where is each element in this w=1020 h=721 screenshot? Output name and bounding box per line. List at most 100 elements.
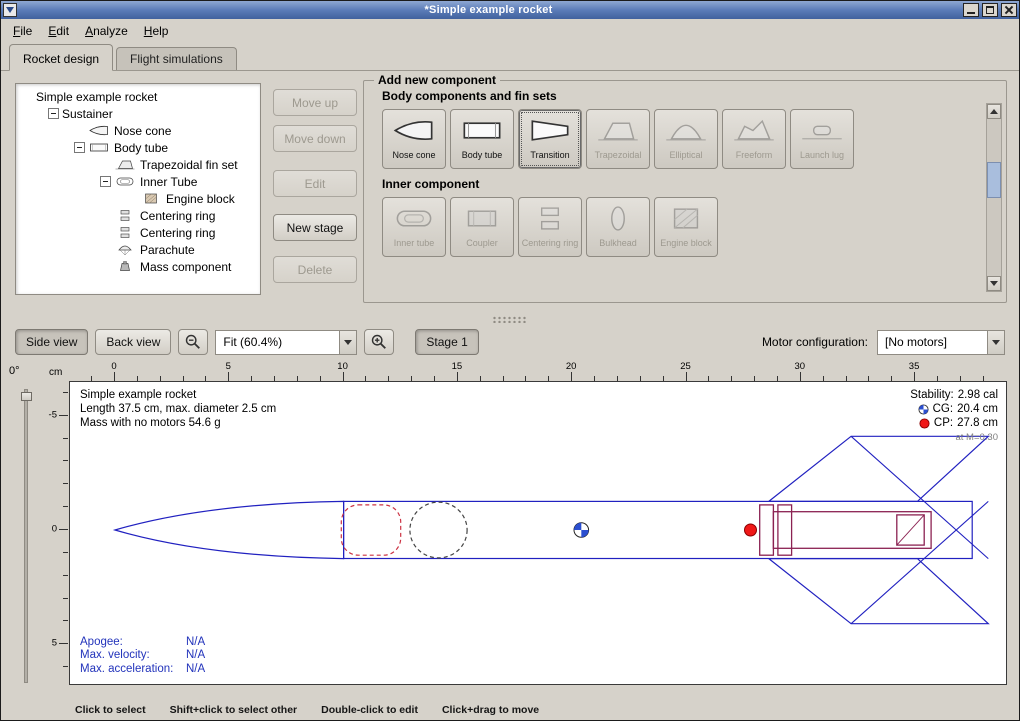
section-label-body-components-and-fin-sets: Body components and fin sets (382, 89, 998, 103)
add-body-tube-button[interactable]: Body tube (450, 109, 514, 169)
fin-elliptical-icon (663, 114, 709, 146)
zoom-in-button[interactable] (364, 329, 394, 355)
add-component-title: Add new component (374, 73, 500, 87)
cp-line: CP: 27.8 cm (910, 416, 998, 430)
window-menu-icon[interactable] (3, 3, 17, 17)
apogee-row: Apogee:N/A (80, 636, 205, 650)
menu-edit[interactable]: Edit (40, 21, 77, 41)
rocket-mass: Mass with no motors 54.6 g (80, 416, 276, 430)
tree-collapse-icon[interactable] (100, 176, 111, 187)
tree-item-parachute[interactable]: Parachute (18, 241, 258, 258)
menu-help[interactable]: Help (136, 21, 177, 41)
tree-item-body-tube[interactable]: Body tube (18, 139, 258, 156)
motor-configuration-select[interactable]: [No motors] (877, 330, 1005, 355)
menu-analyze[interactable]: Analyze (77, 21, 136, 41)
splitter-handle[interactable] (1, 313, 1019, 325)
cp-icon (919, 418, 930, 429)
component-scrollbar[interactable] (986, 103, 1002, 292)
tree-item-nose-cone[interactable]: Nose cone (18, 122, 258, 139)
add-elliptical-button[interactable]: Elliptical (654, 109, 718, 169)
zoom-dropdown-arrow[interactable] (339, 331, 356, 354)
view-toolbar: Side view Back view Fit (60.4%) Stage 1 … (1, 325, 1019, 359)
stage-1-toggle-button[interactable]: Stage 1 (415, 329, 478, 355)
minimize-button[interactable] (963, 3, 979, 17)
cp-label: CP: (934, 416, 953, 430)
motor-configuration-label: Motor configuration: (762, 335, 870, 349)
arrow-down-icon (990, 281, 998, 286)
add-freeform-button[interactable]: Freeform (722, 109, 786, 169)
new-stage-button[interactable]: New stage (273, 214, 357, 241)
max-velocity-row: Max. velocity:N/A (80, 649, 205, 663)
rotation-slider[interactable] (24, 389, 28, 683)
rocket-info: Simple example rocket Length 37.5 cm, ma… (80, 388, 276, 430)
menu-file[interactable]: File (5, 21, 40, 41)
move-up-button[interactable]: Move up (273, 89, 357, 116)
component-button-label: Elliptical (657, 146, 715, 165)
edit-button[interactable]: Edit (273, 170, 357, 197)
vertical-ruler: -505 (45, 381, 68, 685)
nose-cone-icon (88, 124, 110, 137)
motor-dropdown-arrow[interactable] (987, 331, 1004, 354)
nose-cone-icon (391, 114, 437, 146)
zoom-out-button[interactable] (178, 329, 208, 355)
scroll-down-button[interactable] (987, 276, 1001, 291)
add-inner-tube-button[interactable]: Inner tube (382, 197, 446, 257)
back-view-button[interactable]: Back view (95, 329, 171, 355)
component-button-label: Inner tube (385, 234, 443, 253)
tree-item-mass-component[interactable]: Mass component (18, 258, 258, 275)
tree-item-label: Engine block (166, 192, 235, 206)
arrow-up-icon (990, 109, 998, 114)
tree-item-inner-tube[interactable]: Inner Tube (18, 173, 258, 190)
tree-item-sustainer[interactable]: Sustainer (18, 105, 258, 122)
tab-flight-simulations[interactable]: Flight simulations (116, 47, 237, 70)
bulkhead-icon (595, 202, 641, 234)
add-component-group: Add new component Body components and fi… (363, 73, 1007, 303)
h-ruler-label: 5 (226, 361, 231, 372)
add-launch-lug-button[interactable]: Launch lug (790, 109, 854, 169)
scroll-thumb[interactable] (987, 162, 1001, 198)
section-label-inner-component: Inner component (382, 177, 998, 191)
fin-trapezoidal-icon (595, 114, 641, 146)
move-down-button[interactable]: Move down (273, 125, 357, 152)
tree-item-engine-block[interactable]: Engine block (18, 190, 258, 207)
component-button-label: Nose cone (385, 146, 443, 165)
tree-collapse-icon[interactable] (74, 142, 85, 153)
scroll-up-button[interactable] (987, 104, 1001, 119)
component-button-label: Body tube (453, 146, 511, 165)
delete-button[interactable]: Delete (273, 256, 357, 283)
add-transition-button[interactable]: Transition (518, 109, 582, 169)
engine-block-icon (663, 202, 709, 234)
add-coupler-button[interactable]: Coupler (450, 197, 514, 257)
tree-item-centering-ring[interactable]: Centering ring (18, 207, 258, 224)
tree-item-trapezoidal-fin-set[interactable]: Trapezoidal fin set (18, 156, 258, 173)
add-nose-cone-button[interactable]: Nose cone (382, 109, 446, 169)
add-engine-block-button[interactable]: Engine block (654, 197, 718, 257)
zoom-select[interactable]: Fit (60.4%) (215, 330, 357, 355)
maximize-button[interactable] (982, 3, 998, 17)
tree-item-centering-ring[interactable]: Centering ring (18, 224, 258, 241)
component-button-label: Transition (521, 146, 579, 165)
tree-item-simple-example-rocket[interactable]: Simple example rocket (18, 88, 258, 105)
rotation-slider-handle[interactable] (21, 392, 32, 401)
tab-rocket-design[interactable]: Rocket design (9, 44, 113, 71)
cg-value: 20.4 cm (957, 402, 998, 416)
component-tree[interactable]: Simple example rocketSustainerNose coneB… (15, 83, 261, 295)
tree-collapse-icon[interactable] (48, 108, 59, 119)
component-button-label: Bulkhead (589, 234, 647, 253)
rocket-canvas[interactable]: Simple example rocket Length 37.5 cm, ma… (69, 381, 1007, 685)
side-view-button[interactable]: Side view (15, 329, 88, 355)
add-centering-ring-button[interactable]: Centering ring (518, 197, 582, 257)
tree-item-label: Inner Tube (140, 175, 197, 189)
add-trapezoidal-button[interactable]: Trapezoidal (586, 109, 650, 169)
add-bulkhead-button[interactable]: Bulkhead (586, 197, 650, 257)
h-ruler-label: 20 (566, 361, 577, 372)
v-ruler-label: 0 (52, 524, 57, 535)
inner-tube-icon (114, 175, 136, 188)
close-button[interactable] (1001, 3, 1017, 17)
centering-ring-icon (527, 202, 573, 234)
fin-set-icon (114, 158, 136, 171)
body-tube-icon (88, 141, 110, 154)
tabbar: Rocket designFlight simulations (1, 43, 1019, 71)
titlebar[interactable]: *Simple example rocket (1, 1, 1019, 19)
h-ruler-label: 30 (795, 361, 806, 372)
